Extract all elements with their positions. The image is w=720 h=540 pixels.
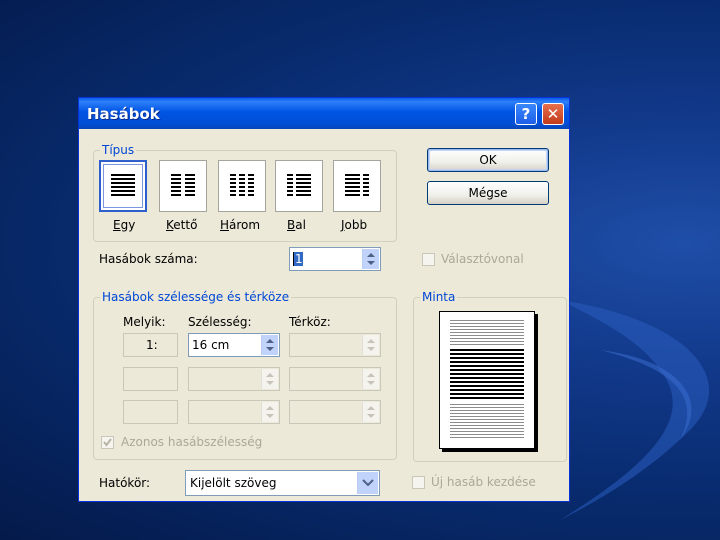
spacing-arrows-3[interactable]: [362, 402, 379, 422]
spin-arrows-icon: [266, 406, 274, 418]
spin-arrows-icon: [266, 339, 274, 351]
chevron-down-icon: [362, 479, 374, 487]
scope-value: Kijelölt szöveg: [190, 476, 277, 490]
preview-page: [439, 311, 535, 449]
spacing-spinner-3[interactable]: [289, 400, 381, 424]
spacing-arrows-1[interactable]: [362, 335, 379, 355]
separator-label: Választóvonal: [441, 252, 524, 266]
type-two-label: Kettő: [166, 218, 198, 232]
equal-width-checkbox[interactable]: [101, 436, 114, 449]
type-three-label: Három: [220, 218, 261, 232]
spin-arrows-icon: [367, 373, 375, 385]
type-right-column[interactable]: [333, 160, 381, 212]
width-arrows-2[interactable]: [261, 369, 278, 389]
dialog-title: Hasábok: [87, 105, 160, 123]
spacing-arrows-2[interactable]: [362, 369, 379, 389]
type-group-label: Típus: [100, 143, 137, 157]
two-columns-icon: [171, 174, 195, 196]
column-count-value: 1: [293, 252, 303, 266]
scope-dropdown-button[interactable]: [357, 472, 378, 494]
close-icon: ✕: [546, 105, 560, 123]
width-arrows-1[interactable]: [261, 335, 278, 355]
spin-arrows-icon: [367, 339, 375, 351]
type-right-label: Jobb: [341, 218, 368, 232]
close-button[interactable]: ✕: [542, 103, 564, 125]
preview-group-label: Minta: [420, 290, 458, 304]
help-button[interactable]: ?: [515, 103, 537, 125]
width-spinner-1[interactable]: 16 cm: [188, 333, 280, 357]
width-arrows-3[interactable]: [261, 402, 278, 422]
spin-arrows-icon: [367, 406, 375, 418]
width-spinner-2[interactable]: [188, 367, 280, 391]
column-index-2: [123, 367, 178, 391]
equal-width-label: Azonos hasábszélesség: [121, 435, 263, 449]
spin-arrows-icon: [367, 253, 375, 265]
three-columns-icon: [230, 174, 254, 196]
width-spacing-group-label: Hasábok szélessége és térköze: [100, 290, 292, 304]
help-icon: ?: [521, 105, 531, 123]
type-three-columns[interactable]: [218, 160, 266, 212]
ok-button[interactable]: OK: [427, 148, 549, 172]
width-value-1: 16 cm: [192, 338, 230, 352]
width-spinner-3[interactable]: [188, 400, 280, 424]
scope-label: Hatókör:: [99, 476, 151, 490]
type-one-column[interactable]: [99, 160, 147, 212]
column-index-3: [123, 400, 178, 424]
spin-arrows-icon: [266, 373, 274, 385]
column-count-spinner[interactable]: 1: [289, 247, 381, 271]
width-header: Szélesség:: [188, 315, 252, 329]
type-one-label: Egy: [113, 218, 136, 232]
scope-combobox[interactable]: Kijelölt szöveg: [185, 470, 380, 496]
column-index-1: 1:: [123, 333, 178, 357]
column-count-arrows[interactable]: [362, 249, 379, 269]
type-two-columns[interactable]: [159, 160, 207, 212]
one-column-icon: [111, 174, 135, 196]
spacing-spinner-2[interactable]: [289, 367, 381, 391]
new-column-label: Új hasáb kezdése: [431, 475, 536, 489]
type-left-column[interactable]: [275, 160, 323, 212]
separator-checkbox[interactable]: [422, 253, 435, 266]
checkmark-icon: [103, 438, 112, 447]
new-column-checkbox[interactable]: [412, 476, 425, 489]
column-count-label: Hasábok száma:: [99, 252, 198, 266]
cancel-button[interactable]: Mégse: [427, 181, 549, 205]
spacing-header: Térköz:: [289, 315, 331, 329]
type-left-label: Bal: [287, 218, 306, 232]
title-bar[interactable]: Hasábok ? ✕: [79, 98, 569, 129]
column-index-header: Melyik:: [123, 315, 166, 329]
left-column-icon: [287, 174, 311, 196]
preview-lines: [450, 320, 524, 438]
columns-dialog: Hasábok ? ✕ Típus Egy Kettő Három Bal Jo…: [78, 97, 570, 502]
spacing-spinner-1[interactable]: [289, 333, 381, 357]
right-column-icon: [345, 174, 369, 196]
